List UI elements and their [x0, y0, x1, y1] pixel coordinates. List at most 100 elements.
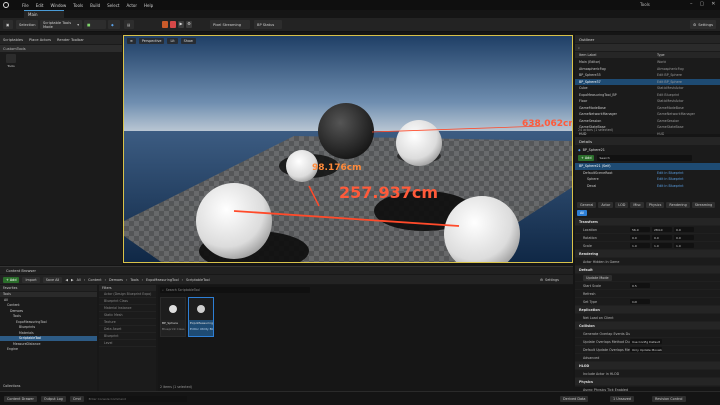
property-row[interactable]: Net Load on Client [575, 314, 720, 322]
asset-tile[interactable]: BP_Sphere Blueprint Class [160, 297, 186, 337]
details-search-input[interactable]: Search [597, 155, 693, 161]
category-hlod[interactable]: HLOD [575, 362, 720, 370]
unreal-logo-icon[interactable] [3, 2, 9, 8]
column-type[interactable]: Type [657, 53, 665, 57]
tab-actor[interactable]: Actor [598, 202, 614, 208]
property-row[interactable]: Refresh [575, 290, 720, 298]
settings-button[interactable]: ⚙ Settings [690, 20, 716, 29]
derived-data-button[interactable]: Derived Data [560, 396, 589, 402]
rotation-y[interactable]: 0.0 [652, 235, 672, 240]
level-viewport[interactable]: ≡ Perspective Lit Show 638.062cm 98.176c… [123, 35, 573, 263]
filter-item[interactable]: Static Mesh [99, 312, 156, 319]
viewport-options-button[interactable]: ≡ [127, 37, 136, 44]
category-collision[interactable]: Collision [575, 322, 720, 330]
column-item-label[interactable]: Item Label [575, 53, 657, 57]
custom-tools-header[interactable]: CustomTools [0, 45, 122, 52]
rotation-z[interactable]: 0.0 [674, 235, 694, 240]
content-settings-button[interactable]: ⚙ Settings [540, 278, 559, 282]
outliner-search-bar[interactable]: ⌕ [575, 44, 720, 51]
tab-render-toolbar[interactable]: Render Toolbar [57, 38, 84, 42]
add-button[interactable]: + Add [3, 276, 20, 283]
filter-item[interactable]: Texture [99, 319, 156, 326]
component-row[interactable]: Decal Edit in Blueprint [575, 183, 720, 190]
content-drawer-button[interactable]: Content Drawer [4, 395, 37, 402]
tab-scriptables[interactable]: Scriptables [3, 38, 23, 42]
location-y[interactable]: 284.0 [652, 227, 672, 232]
forward-icon[interactable]: ▶ [71, 278, 74, 282]
lit-button[interactable]: Lit [167, 37, 178, 44]
location-z[interactable]: 0.0 [674, 227, 694, 232]
mode-selection-button[interactable]: Selection [16, 20, 38, 29]
stop-button[interactable] [170, 21, 176, 28]
menu-window[interactable]: Window [50, 3, 66, 8]
category-advanced[interactable]: Advanced [575, 354, 720, 362]
scale-y[interactable]: 1.0 [652, 243, 672, 248]
perspective-button[interactable]: Perspective [138, 37, 165, 44]
menu-edit[interactable]: Edit [36, 3, 44, 8]
property-row[interactable]: Actor Hidden In Game [575, 258, 720, 266]
menu-tools[interactable]: Tools [73, 3, 83, 8]
filter-item[interactable]: Data Asset [99, 326, 156, 333]
menu-select[interactable]: Select [107, 3, 119, 8]
location-x[interactable]: 56.0 [630, 227, 650, 232]
tab-general[interactable]: General [577, 202, 597, 208]
filter-item[interactable]: Material Instance [99, 305, 156, 312]
tab-misc[interactable]: Misc [630, 202, 644, 208]
asset-tile-selected[interactable]: ExpoMeasuringTool Editor Utility Bluepri… [188, 297, 214, 337]
filter-item[interactable]: Blueprint [99, 333, 156, 340]
place-actors-button[interactable]: ■ [84, 20, 106, 29]
category-default[interactable]: Default [575, 266, 720, 274]
save-all-button[interactable]: Save All [42, 276, 63, 283]
tab-place-actors[interactable]: Place Actors [29, 38, 51, 42]
tools-item[interactable]: Tools [4, 53, 18, 68]
menu-build[interactable]: Build [90, 3, 100, 8]
category-transform[interactable]: Transform [575, 218, 720, 226]
console-input[interactable]: Enter Console Command [86, 395, 187, 402]
tab-physics[interactable]: Physics [645, 202, 665, 208]
import-button[interactable]: Import [22, 276, 40, 283]
category-physics[interactable]: Physics [575, 378, 720, 386]
tab-streaming[interactable]: Streaming [691, 202, 716, 208]
record-button[interactable] [162, 21, 168, 28]
show-button[interactable]: Show [180, 37, 196, 44]
tree-item[interactable]: Engine [0, 347, 97, 353]
add-component-button[interactable]: + Add [578, 155, 595, 161]
category-rendering[interactable]: Rendering [575, 250, 720, 258]
rotation-x[interactable]: 0.0 [630, 235, 650, 240]
category-replication[interactable]: Replication [575, 306, 720, 314]
launch-button[interactable]: ⚙ [186, 21, 192, 28]
unsaved-button[interactable]: 1 Unsaved [610, 396, 634, 402]
scale-z[interactable]: 1.0 [674, 243, 694, 248]
property-row[interactable]: Default Update Overlaps MethodOnly Updat… [575, 346, 720, 354]
property-row[interactable]: Start Scale 0.5 [575, 282, 720, 290]
menu-file[interactable]: File [22, 3, 29, 8]
favorites-header[interactable]: Favorites [0, 285, 97, 291]
filter-item[interactable]: Actor (Design Blueprint Expo) [99, 291, 156, 298]
collections-header[interactable]: Collections [3, 383, 20, 389]
property-row[interactable]: Update Mode [575, 274, 720, 282]
property-row[interactable]: Include Actor in HLOD [575, 370, 720, 378]
tab-lod[interactable]: LOD [615, 202, 629, 208]
cmd-button[interactable]: Cmd [69, 395, 84, 402]
blueprint-button[interactable]: ◆ [108, 20, 120, 29]
property-row[interactable]: Set Type Init [575, 298, 720, 306]
close-icon[interactable]: ✕ [711, 1, 715, 7]
scale-x[interactable]: 1.0 [630, 243, 650, 248]
save-button[interactable]: ▣ [3, 20, 13, 29]
play-button[interactable]: ▶ [178, 21, 184, 28]
menu-actor[interactable]: Actor [126, 3, 137, 8]
asset-search-input[interactable]: ⌕ Search ScriptableTool [160, 287, 310, 293]
back-icon[interactable]: ◀ [65, 278, 68, 282]
bp-status-button[interactable]: BP Status [254, 20, 282, 29]
tab-all[interactable]: All [577, 210, 588, 216]
content-browser-tab[interactable]: Content Browser [0, 267, 573, 274]
tab-rendering[interactable]: Rendering [666, 202, 690, 208]
level-tab[interactable]: Main [24, 10, 64, 18]
output-log-button[interactable]: Output Log [40, 395, 66, 402]
pixel-streaming-button[interactable]: Pixel Streaming [210, 20, 250, 29]
minimize-icon[interactable]: – [690, 1, 693, 7]
outliner-title[interactable]: Outliner [575, 35, 720, 43]
revision-control-button[interactable]: Revision Control [652, 396, 686, 402]
property-row[interactable]: Update Overlaps Method DuringUse Config … [575, 338, 720, 346]
filter-item[interactable]: Blueprint Class [99, 298, 156, 305]
